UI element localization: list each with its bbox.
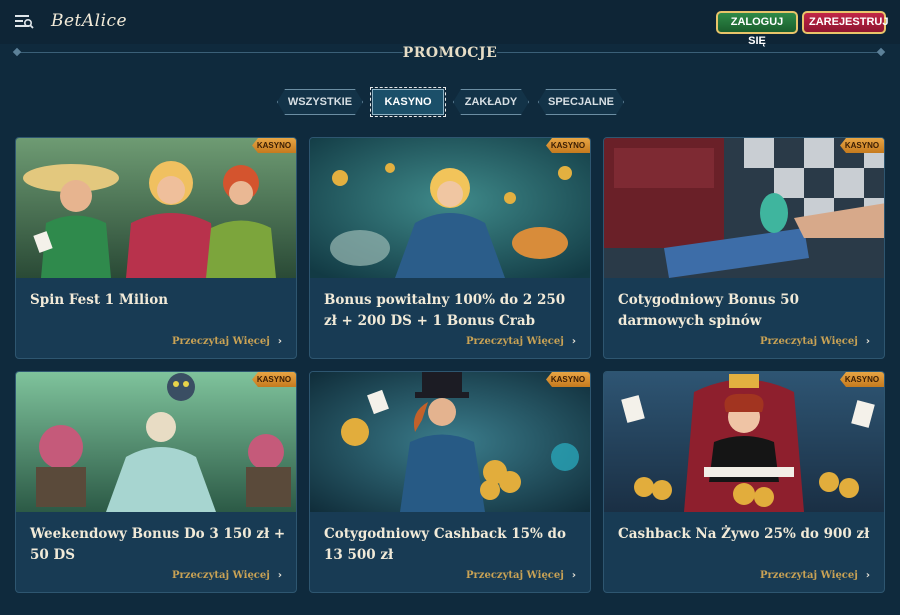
read-more-label: Przeczytaj Więcej <box>171 570 270 581</box>
divider-ornament-icon <box>876 47 886 57</box>
read-more-link[interactable]: Przeczytaj Więcej › <box>172 336 282 347</box>
chevron-right-icon: › <box>571 570 576 581</box>
tab-kasyno[interactable]: KASYNO <box>370 87 446 117</box>
read-more-label: Przeczytaj Więcej <box>759 336 858 347</box>
menu-icon[interactable] <box>14 12 34 30</box>
category-badge: KASYNO <box>840 138 884 153</box>
read-more-link[interactable]: Przeczytaj Więcej › <box>172 570 282 581</box>
promo-image <box>310 372 590 512</box>
promo-image <box>16 138 296 278</box>
chevron-right-icon: › <box>571 336 576 347</box>
chevron-right-icon: › <box>865 570 870 581</box>
promo-title: Spin Fest 1 Milion <box>30 292 169 308</box>
brand-logo[interactable]: BetAlice <box>51 11 127 31</box>
promo-title: Cotygodniowy Bonus 50 darmowych spinów <box>618 292 799 329</box>
chevron-right-icon: › <box>277 570 282 581</box>
promo-image <box>16 372 296 512</box>
page-title: PROMOCJE <box>402 45 498 61</box>
tab-specjalne[interactable]: SPECJALNE <box>538 89 624 115</box>
category-badge: KASYNO <box>546 138 590 153</box>
read-more-link[interactable]: Przeczytaj Więcej › <box>760 336 870 347</box>
read-more-label: Przeczytaj Więcej <box>759 570 858 581</box>
read-more-link[interactable]: Przeczytaj Więcej › <box>466 336 576 347</box>
title-divider-left <box>18 52 403 53</box>
promo-card[interactable]: KASYNO Cotygodniowy Bonus 50 darmowych s… <box>603 137 885 359</box>
page-footer-edge <box>0 598 900 615</box>
category-badge: KASYNO <box>252 138 296 153</box>
promo-card[interactable]: KASYNO Weekendowy Bonus Do 3 150 zł + 50… <box>15 371 297 593</box>
promo-card[interactable]: KASYNO Spin Fest 1 Milion Przeczytaj Wię… <box>15 137 297 359</box>
category-badge: KASYNO <box>252 372 296 387</box>
category-badge: KASYNO <box>546 372 590 387</box>
promo-title: Weekendowy Bonus Do 3 150 zł + 50 DS <box>30 526 286 563</box>
chevron-right-icon: › <box>277 336 282 347</box>
read-more-label: Przeczytaj Więcej <box>171 336 270 347</box>
promo-card[interactable]: KASYNO Bonus powitalny 100% do 2 250 zł … <box>309 137 591 359</box>
register-button[interactable]: ZAREJESTRUJ <box>802 11 888 34</box>
promo-image <box>604 372 884 512</box>
login-button[interactable]: ZALOGUJ SIĘ <box>716 11 798 47</box>
top-bar: BetAlice ZALOGUJ SIĘ ZAREJESTRUJ <box>0 0 900 47</box>
divider-ornament-icon <box>12 47 22 57</box>
read-more-label: Przeczytaj Więcej <box>465 570 564 581</box>
promo-image <box>310 138 590 278</box>
category-badge: KASYNO <box>840 372 884 387</box>
read-more-link[interactable]: Przeczytaj Więcej › <box>466 570 576 581</box>
promo-image <box>604 138 884 278</box>
promo-card[interactable]: KASYNO Cotygodniowy Cashback 15% do 13 5… <box>309 371 591 593</box>
tab-zaklady[interactable]: ZAKŁADY <box>453 89 529 115</box>
promo-title: Cotygodniowy Cashback 15% do 13 500 zł <box>324 526 566 563</box>
promo-filter-tabs: WSZYSTKIE KASYNO ZAKŁADY SPECJALNE <box>0 87 900 117</box>
read-more-link[interactable]: Przeczytaj Więcej › <box>760 570 870 581</box>
promo-title: Bonus powitalny 100% do 2 250 zł + 200 D… <box>324 292 566 329</box>
chevron-right-icon: › <box>865 336 870 347</box>
title-divider-right <box>497 52 881 53</box>
promo-card[interactable]: KASYNO Cashback Na Żywo 25% do 900 zł Pr… <box>603 371 885 593</box>
read-more-label: Przeczytaj Więcej <box>465 336 564 347</box>
tab-wszystkie[interactable]: WSZYSTKIE <box>277 89 363 115</box>
promo-title: Cashback Na Żywo 25% do 900 zł <box>618 526 870 542</box>
